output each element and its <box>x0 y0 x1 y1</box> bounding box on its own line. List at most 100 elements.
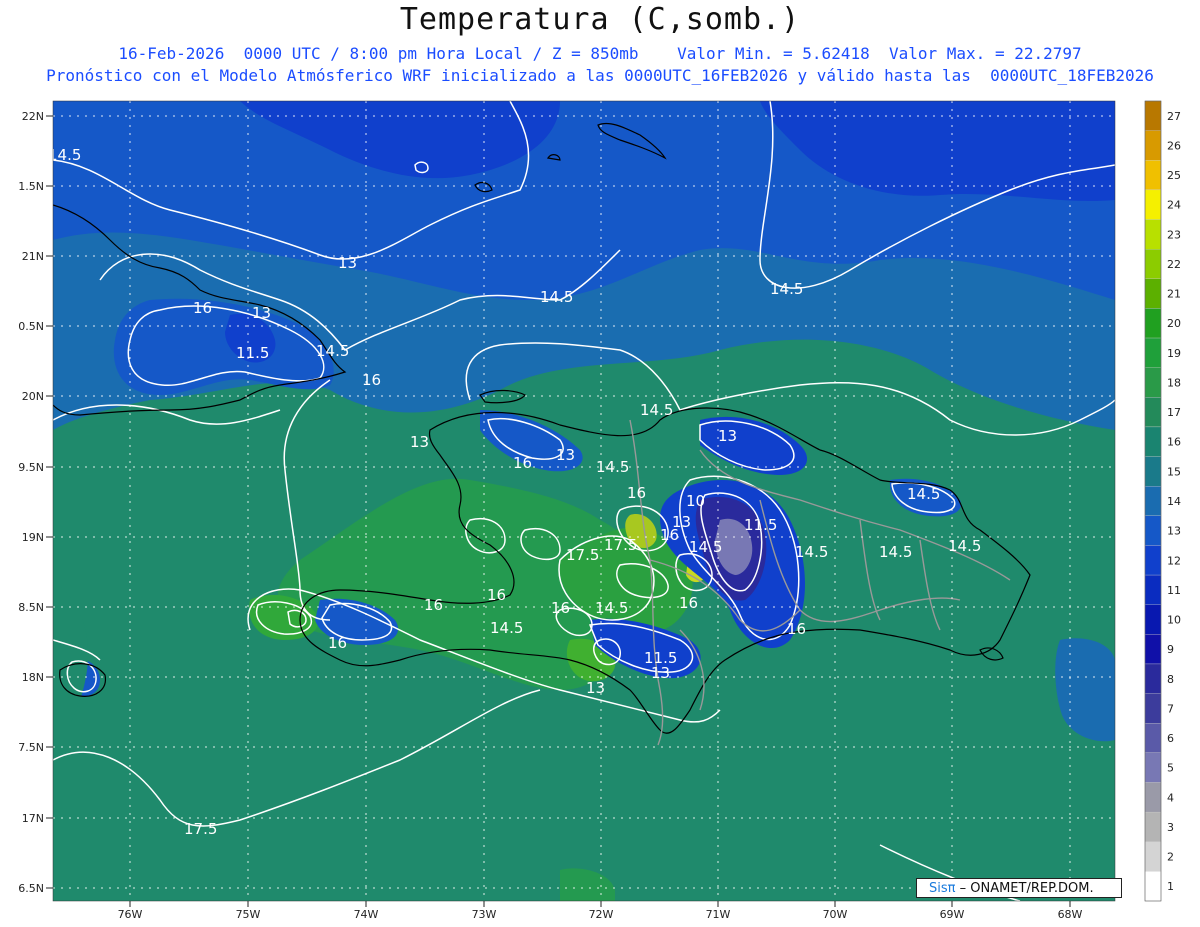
colorbar-swatch <box>1144 100 1162 131</box>
isotherm-label: 14.5 <box>879 543 912 561</box>
isotherm-label: 16 <box>424 596 443 614</box>
isotherm-label: 10 <box>686 492 705 510</box>
isotherm-label: 14.5 <box>595 599 628 617</box>
colorbar-label: 15 <box>1167 465 1181 478</box>
colorbar-swatch <box>1144 426 1162 457</box>
map-plot-area: 14.5 13 14.5 13 11.5 14.5 16 13 14.5 16 16 14.5 13 16… <box>53 101 1115 901</box>
isotherm-label: 14.5 <box>689 538 722 556</box>
colorbar-label: 26 <box>1167 139 1181 152</box>
colorbar-swatch <box>1144 515 1162 546</box>
colorbar-label: 7 <box>1167 702 1174 715</box>
colorbar-label: 6 <box>1167 732 1174 745</box>
isotherm-label: 13 <box>338 254 357 272</box>
isotherm-label: 14.5 <box>907 485 940 503</box>
latitude-axis: 22N 1.5N 21N 0.5N 20N 9.5N 19N 8.5N 18N 7.5N 17N 6.… <box>18 110 53 895</box>
colorbar-swatch <box>1144 604 1162 635</box>
isotherm-label: 16 <box>787 620 806 638</box>
isotherm-label: 14.5 <box>795 543 828 561</box>
isotherm-label: 16 <box>679 594 698 612</box>
colorbar-label: 19 <box>1167 347 1181 360</box>
colorbar-label: 8 <box>1167 673 1174 686</box>
lat-tick-label: 0.5N <box>18 320 44 333</box>
lat-tick-label: 21N <box>22 250 44 263</box>
temperature-map: 14.5 13 14.5 13 11.5 14.5 16 13 14.5 16 16 14.5 13 16… <box>18 100 1181 921</box>
colorbar-swatch <box>1144 130 1162 161</box>
colorbar-label: 9 <box>1167 643 1174 656</box>
colorbar-label: 10 <box>1167 614 1181 627</box>
colorbar-swatch <box>1144 248 1162 279</box>
credit-box: Sisπ – ONAMET/REP.DOM. <box>916 878 1122 898</box>
colorbar-swatch <box>1144 278 1162 309</box>
colorbar-swatch <box>1144 871 1162 902</box>
credit-brand: Sisπ <box>929 881 956 896</box>
isotherm-label: 14.5 <box>948 537 981 555</box>
colorbar-swatch <box>1144 397 1162 428</box>
colorbar-label: 3 <box>1167 821 1174 834</box>
colorbar-swatch <box>1144 367 1162 398</box>
colorbar-swatch <box>1144 782 1162 813</box>
isotherm-label: 11.5 <box>236 344 269 362</box>
longitude-axis: 76W 75W 74W 73W 72W 71W 70W 69W 68W <box>118 901 1083 921</box>
isotherm-label: 17.5 <box>184 820 217 838</box>
isotherm-label: 16 <box>487 586 506 604</box>
isotherm-label: 13 <box>556 446 575 464</box>
isotherm-label: 14.5 <box>540 288 573 306</box>
isotherm-label: 14.5 <box>640 401 673 419</box>
lon-tick-label: 68W <box>1058 908 1083 921</box>
colorbar-label: 20 <box>1167 317 1181 330</box>
colorbar-swatch <box>1144 337 1162 368</box>
colorbar-swatch <box>1144 456 1162 487</box>
isotherm-label: 13 <box>252 304 271 322</box>
lat-tick-label: 18N <box>22 671 44 684</box>
isotherm-label: 13 <box>586 679 605 697</box>
isotherm-label: 16 <box>193 299 212 317</box>
lat-tick-label: 22N <box>22 110 44 123</box>
colorbar-swatch <box>1144 189 1162 220</box>
isotherm-label: 14.5 <box>596 458 629 476</box>
lat-tick-label: 20N <box>22 390 44 403</box>
colorbar-label: 24 <box>1167 199 1181 212</box>
isotherm-label: 16 <box>513 454 532 472</box>
lat-tick-label: 17N <box>22 812 44 825</box>
colorbar-label: 16 <box>1167 436 1181 449</box>
colorbar-label: 11 <box>1167 584 1181 597</box>
lon-tick-label: 71W <box>706 908 731 921</box>
colorbar-label: 27 <box>1167 110 1181 123</box>
colorbar-label: 22 <box>1167 258 1181 271</box>
colorbar-label: 13 <box>1167 525 1181 538</box>
colorbar-label: 12 <box>1167 554 1181 567</box>
lat-tick-label: 1.5N <box>18 180 44 193</box>
lat-tick-label: 9.5N <box>18 461 44 474</box>
isotherm-label: 14.5 <box>770 280 803 298</box>
lat-tick-label: 7.5N <box>18 741 44 754</box>
isotherm-label: 16 <box>551 599 570 617</box>
lon-tick-label: 72W <box>589 908 614 921</box>
colorbar-label: 18 <box>1167 376 1181 389</box>
isotherm-label: 14.5 <box>316 342 349 360</box>
isotherm-label: 13 <box>718 427 737 445</box>
lon-tick-label: 75W <box>236 908 261 921</box>
colorbar-label: 21 <box>1167 288 1181 301</box>
lat-tick-label: 19N <box>22 531 44 544</box>
isotherm-label: 11.5 <box>744 516 777 534</box>
lat-tick-label: 8.5N <box>18 601 44 614</box>
lon-tick-label: 70W <box>823 908 848 921</box>
isotherm-label: 13 <box>672 513 691 531</box>
isotherm-label: 17.5 <box>566 546 599 564</box>
isotherm-label: 16 <box>627 484 646 502</box>
isotherm-label: 14.5 <box>490 619 523 637</box>
colorbar-swatch <box>1144 160 1162 191</box>
colorbar-swatch <box>1144 723 1162 754</box>
colorbar-swatch <box>1144 574 1162 605</box>
colorbar-label: 25 <box>1167 169 1181 182</box>
isotherm-label: 13 <box>651 664 670 682</box>
isotherm-label: 17.5 <box>604 536 637 554</box>
colorbar-label: 4 <box>1167 791 1174 804</box>
lon-tick-label: 74W <box>354 908 379 921</box>
isotherm-label: 16 <box>362 371 381 389</box>
isotherm-label: 16 <box>328 634 347 652</box>
colorbar-swatch <box>1144 486 1162 516</box>
colorbar-swatch <box>1144 545 1162 576</box>
lon-tick-label: 73W <box>472 908 497 921</box>
lon-tick-label: 69W <box>940 908 965 921</box>
